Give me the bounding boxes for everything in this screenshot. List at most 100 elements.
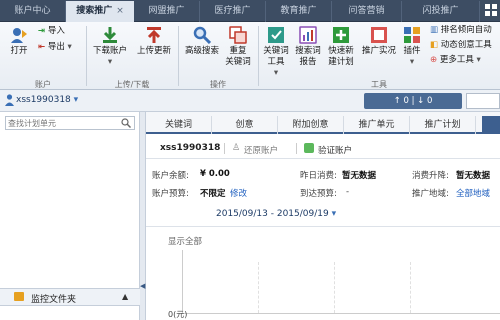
more-tools-button[interactable]: ⊕ 更多工具 ▾ — [430, 55, 500, 66]
import-button[interactable]: ⇥ 导入 — [38, 26, 72, 37]
content-tabs: 关键词 创意 附加创意 推广单元 推广计划 — [146, 112, 500, 134]
open-button[interactable]: 打开 — [6, 26, 32, 57]
chevron-down-icon: ▾ — [73, 95, 79, 105]
reach-budget-label: 到达预算: — [300, 189, 337, 199]
keyword-tool-icon — [268, 27, 284, 43]
upload-download-status[interactable]: ↑ 0 | ↓ 0 — [364, 93, 462, 109]
divider — [258, 26, 259, 86]
close-icon[interactable]: × — [116, 6, 124, 16]
keyword-tool-label-1: 关键词 — [263, 46, 289, 56]
restore-account-link[interactable]: 还原账户 — [244, 144, 278, 156]
tab-qa-marketing[interactable]: 问答营销 — [332, 1, 402, 22]
spend-trend-value: 暂无数据 — [456, 171, 491, 181]
open-label: 打开 — [10, 46, 28, 56]
search-word-report-button[interactable]: 搜索词 报告 — [293, 26, 323, 68]
duplicate-keywords-label-1: 重复 — [229, 46, 247, 56]
keyword-tool-label-2: 工具 — [267, 57, 285, 67]
chart-icon: ▥ — [430, 25, 439, 35]
tab-search-promotion[interactable]: 搜索推广 × — [66, 1, 134, 22]
tab-creative[interactable]: 创意 — [212, 116, 278, 134]
group-label-upload-download: 上传/下载 — [114, 80, 150, 89]
promo-practical-label: 推广实况 — [361, 46, 396, 56]
plugin-icon — [404, 27, 420, 43]
yesterday-spend-label: 昨日消费: — [300, 171, 337, 181]
tab-account-center[interactable]: 账户中心 — [0, 1, 66, 22]
dynamic-creative-button[interactable]: ◧ 动态创意工具 — [430, 40, 500, 51]
tab-overflow[interactable] — [482, 116, 500, 134]
account-selector[interactable]: xss1990318 ▾ — [16, 95, 78, 105]
advanced-search-button[interactable]: 高级搜索 — [182, 26, 222, 57]
rank-preference-label: 排名倾向自动 — [440, 25, 492, 35]
more-tools-label: 更多工具 — [439, 55, 474, 65]
tab-promo-plan[interactable]: 推广计划 — [410, 116, 476, 134]
rank-preference-button[interactable]: ▥ 排名倾向自动 — [430, 25, 500, 36]
open-icon — [11, 28, 27, 43]
upload-arrow-icon: ↑ — [393, 96, 401, 106]
download-count: 0 — [426, 96, 433, 106]
tab-label: 医疗推广 — [214, 6, 251, 16]
main-content: 关键词 创意 附加创意 推广单元 推广计划 xss1990318 ♙ 还原账户 … — [146, 112, 500, 320]
divider — [296, 143, 297, 154]
chevron-down-icon: ▾ — [409, 57, 415, 67]
tab-label: 搜索推广 — [76, 6, 113, 16]
search-icon — [193, 26, 211, 44]
account-search-box[interactable] — [466, 93, 500, 109]
keyword-tool-button[interactable]: 关键词 工具 ▾ — [261, 26, 291, 79]
creative-icon: ◧ — [430, 40, 439, 50]
import-label: 导入 — [47, 26, 65, 36]
duplicate-keywords-button[interactable]: 重复 关键词 — [224, 26, 252, 68]
tab-education-promotion[interactable]: 教育推广 — [266, 1, 332, 22]
region-link[interactable]: 全部地域 — [456, 187, 490, 199]
upload-update-button[interactable]: 上传更新 — [134, 26, 174, 57]
budget-label: 账户预算: — [152, 189, 189, 199]
download-account-button[interactable]: 下载账户 ▾ — [90, 26, 130, 68]
search-word-report-label-2: 报告 — [299, 57, 317, 67]
tab-extra-creative[interactable]: 附加创意 — [278, 116, 344, 134]
plugin-label: 插件 — [403, 46, 421, 56]
tab-flash-promotion[interactable]: 闪投推广 — [402, 1, 480, 22]
monitor-folder-header[interactable]: 监控文件夹 ▲ — [0, 288, 140, 306]
chevron-up-icon[interactable]: ▲ — [122, 292, 128, 301]
date-range: 2015/09/13 - 2015/09/19 — [216, 209, 329, 219]
user-icon: ♙ — [232, 143, 241, 153]
plan-search-input[interactable] — [8, 117, 118, 129]
dynamic-creative-label: 动态创意工具 — [440, 40, 492, 50]
spend-trend-label: 消费升降: — [412, 171, 449, 181]
search-icon[interactable] — [121, 118, 131, 128]
export-button[interactable]: ⇤ 导出 ▾ — [38, 42, 76, 53]
plan-tree-panel: 监控文件夹 ▲ — [0, 112, 140, 320]
chevron-down-icon: ▾ — [107, 57, 113, 67]
plus-circle-icon: ⊕ — [430, 55, 438, 65]
toolbar-ribbon: 打开 ⇥ 导入 ⇤ 导出 ▾ 账户 下载账户 ▾ 上传更新 上传/下载 高级搜索… — [0, 22, 500, 90]
divider — [178, 26, 179, 86]
show-all-label[interactable]: 显示全部 — [168, 235, 202, 247]
budget-value: 不限定 — [200, 189, 226, 199]
export-label: 导出 — [47, 42, 65, 52]
download-icon — [103, 27, 117, 43]
tab-medical-promotion[interactable]: 医疗推广 — [200, 1, 266, 22]
divider: | — [411, 96, 415, 106]
duplicate-keywords-label-2: 关键词 — [225, 57, 251, 67]
report-icon — [299, 26, 317, 44]
grid-menu-icon[interactable] — [484, 4, 498, 18]
balance-label: 账户余额: — [152, 171, 189, 181]
plugin-button[interactable]: 插件 ▾ — [400, 26, 424, 68]
top-tab-bar: 账户中心 搜索推广 × 网盟推广 医疗推广 教育推广 问答营销 闪投推广 — [0, 0, 500, 22]
plan-search-box[interactable] — [5, 116, 135, 130]
tab-promo-unit[interactable]: 推广单元 — [344, 116, 410, 134]
quick-new-plan-button[interactable]: 快速新 建计划 — [325, 26, 357, 68]
download-account-label: 下载账户 — [92, 46, 127, 56]
tab-keywords[interactable]: 关键词 — [146, 116, 212, 134]
advanced-search-label: 高级搜索 — [184, 46, 219, 56]
date-range-selector[interactable]: 2015/09/13 - 2015/09/19 ▾ — [216, 209, 336, 219]
verify-account-link[interactable]: 验证账户 — [318, 144, 352, 156]
new-plan-icon — [333, 27, 349, 43]
budget-edit-link[interactable]: 修改 — [230, 187, 247, 199]
quick-new-plan-label-2: 建计划 — [328, 57, 354, 67]
promo-practical-button[interactable]: 推广实况 — [360, 26, 398, 57]
tab-network-promotion[interactable]: 网盟推广 — [134, 1, 200, 22]
divider — [146, 158, 500, 159]
collapse-arrow-icon[interactable]: ◀ — [140, 282, 145, 290]
promo-icon — [371, 27, 387, 43]
chevron-down-icon: ▾ — [331, 209, 337, 219]
